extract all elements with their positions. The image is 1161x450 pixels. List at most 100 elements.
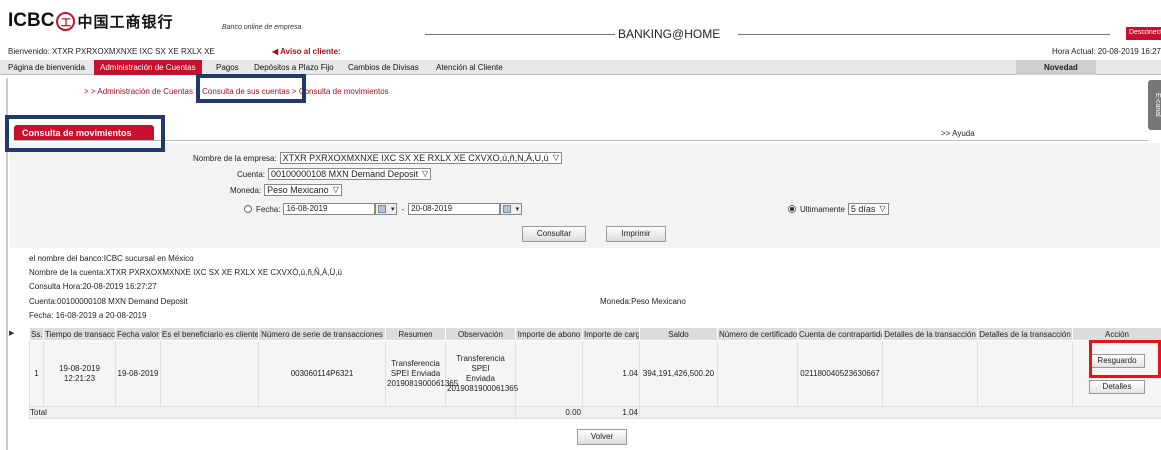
info-bank: el nombre del banco:ICBC sucursal en Méx… (29, 254, 194, 263)
observation-line: Transferencia SPEI (456, 353, 505, 373)
currency-select[interactable]: Peso Mexicano ▽ (264, 184, 342, 196)
cell-is-client (160, 340, 259, 407)
details-button[interactable]: Detalles (1089, 379, 1145, 394)
col-header: Saldo (639, 327, 718, 341)
nav-currency-exchange[interactable]: Cambios de Divisas (348, 60, 419, 75)
cell-observation: Transferencia SPEI Enviada 201908190006136… (445, 340, 518, 407)
novedad-tab[interactable]: Novedad (1016, 60, 1096, 75)
date-row: Fecha: 16-08-2019 ▾ - 20-08-2019 ▾ (244, 203, 523, 215)
recent-radio[interactable] (788, 205, 796, 213)
currency-label: Moneda: (230, 185, 262, 195)
recent-select-value: 5 días (850, 204, 876, 214)
cell-counter-account: 021180040523630667 (797, 340, 883, 407)
summary-line: SPEI Enviada (390, 368, 441, 378)
receipt-button[interactable]: Resguardo (1089, 353, 1145, 368)
account-label: Cuenta: (237, 169, 266, 179)
movements-table: Ss. Tiempo de transacción Fecha valor Es… (29, 327, 1161, 419)
company-select[interactable]: XTXR PXRXOXMXNXE IXC SX XE RXLX XE CXVXO… (279, 152, 562, 164)
info-query-time: Consulta Hora:20-08-2019 16:27:27 (29, 282, 157, 291)
query-form: Nombre de la empresa: XTXR PXRXOXMXNXE I… (10, 143, 1160, 248)
col-header: Ss. (29, 327, 44, 341)
total-label: Total (29, 406, 516, 419)
cell-credit (515, 340, 583, 407)
logout-button[interactable]: Desconectar (1126, 27, 1161, 40)
date-label: Fecha: (256, 204, 281, 214)
col-header: Número de serie de transacciones (258, 327, 386, 341)
cell-details (882, 340, 978, 407)
breadcrumb-prefix: > > (84, 87, 98, 96)
col-header: Resumen (385, 327, 446, 341)
header-divider (738, 34, 1110, 35)
calendar-icon[interactable]: ▾ (500, 203, 523, 215)
table-total-row: Total 0.00 1.04 (29, 406, 1161, 419)
date-to-input[interactable]: 20-08-2019 (408, 203, 501, 215)
cell-time: 19-08-2019 12:21:23 (43, 340, 116, 407)
date-separator: - (401, 204, 405, 214)
currency-select-value: Peso Mexicano (267, 185, 329, 195)
summary-line: Transferencia (391, 358, 440, 368)
col-header: Observación (445, 327, 516, 341)
info-date-range: Fecha: 16-08-2019 a 20-08-2019 (29, 311, 147, 320)
nav-payments[interactable]: Pagos (216, 60, 239, 75)
cell-time-clock: 12:21:23 (63, 373, 96, 383)
cell-value-date: 19-08-2019 (115, 340, 161, 407)
calendar-icon[interactable]: ▾ (375, 203, 398, 215)
col-header: Acción (1072, 327, 1161, 341)
back-button[interactable]: Volver (577, 429, 627, 445)
currency-row: Moneda: Peso Mexicano ▽ (230, 184, 342, 196)
date-from-input[interactable]: 16-08-2019 (283, 203, 376, 215)
print-button[interactable]: Imprimir (606, 226, 666, 242)
section-title-tab: Consulta de movimientos (14, 125, 154, 141)
header-subtitle: Banco online de empresa (222, 24, 302, 31)
total-empty (639, 406, 1161, 419)
cell-debit: 1.04 (582, 340, 640, 407)
col-header: Fecha valor (115, 327, 161, 341)
cell-time-date: 19-08-2019 (59, 363, 100, 373)
nav-fixed-deposits[interactable]: Depósitos a Plazo Fijo (254, 60, 334, 75)
chevron-down-icon: ▽ (332, 185, 339, 194)
customer-notice-link[interactable]: ◀ Aviso al cliente: (272, 47, 341, 56)
col-header: Detalles de la transacción (882, 327, 978, 341)
ecanal-tab[interactable]: E-canal (1148, 80, 1161, 130)
help-link[interactable]: >> Ayuda (941, 129, 975, 138)
nav-customer-service[interactable]: Atención al Cliente (436, 60, 503, 75)
cell-summary: Transferencia SPEI Enviada 201908190006136… (385, 340, 458, 407)
breadcrumb-separator: > (192, 87, 203, 96)
query-button[interactable]: Consultar (522, 226, 586, 242)
col-header: Importe de abono (515, 327, 583, 341)
info-currency: Moneda:Peso Mexicano (600, 297, 686, 306)
app-title: BANKING@HOME (618, 27, 721, 41)
nav-welcome-page[interactable]: Página de bienvenida (8, 60, 85, 75)
icbc-logo: ICBC 工 中国工商银行 (8, 10, 173, 32)
cell-ss: 1 (29, 340, 44, 407)
breadcrumb: > > Administración de Cuentas > Consulta… (84, 87, 389, 96)
main-nav: Página de bienvenida Administración de C… (0, 60, 1161, 75)
col-header: Es el beneficiario es cliente? (160, 327, 259, 341)
account-select-value: 00100000108 MXN Demand Deposit (271, 169, 419, 179)
breadcrumb-movements: Consulta de movimientos (298, 87, 389, 96)
account-row: Cuenta: 00100000108 MXN Demand Deposit ▽ (237, 168, 432, 180)
company-select-value: XTXR PXRXOXMXNXE IXC SX XE RXLX XE CXVXO… (282, 153, 549, 163)
company-label: Nombre de la empresa: (193, 153, 277, 163)
section-divider (14, 140, 1148, 141)
recent-select[interactable]: 5 días ▽ (847, 203, 889, 215)
current-time: Hora Actual: 20-08-2019 16:27 (1052, 47, 1161, 56)
logo-brand: ICBC (8, 10, 55, 31)
info-account-name: Nombre de la cuenta:XTXR PXRXOXMXNXE IXC… (29, 268, 343, 277)
observation-line: Enviada (466, 373, 495, 383)
company-row: Nombre de la empresa: XTXR PXRXOXMXNXE I… (193, 152, 562, 164)
table-header-row: Ss. Tiempo de transacción Fecha valor Es… (29, 327, 1161, 341)
chevron-down-icon: ▽ (552, 153, 559, 162)
nav-account-admin[interactable]: Administración de Cuentas (94, 60, 202, 75)
account-select[interactable]: 00100000108 MXN Demand Deposit ▽ (268, 168, 432, 180)
col-header: Tiempo de transacción (43, 327, 116, 341)
header: ICBC 工 中国工商银行 Banco online de empresa BA… (0, 0, 1161, 44)
date-radio[interactable] (244, 205, 252, 213)
col-header: Importe de cargo (582, 327, 640, 341)
breadcrumb-account-admin[interactable]: Administración de Cuentas (97, 87, 193, 96)
recent-row: Ultimamente 5 días ▽ (788, 203, 889, 215)
breadcrumb-account-query[interactable]: Consulta de sus cuentas (202, 87, 290, 96)
table-row: 1 19-08-2019 12:21:23 19-08-2019 00306011… (29, 340, 1161, 407)
info-account: Cuenta:00100000108 MXN Demand Deposit (29, 297, 188, 306)
welcome-text: Bienvenido: XTXR PXRXOXMXNXE IXC SX XE R… (8, 47, 215, 56)
